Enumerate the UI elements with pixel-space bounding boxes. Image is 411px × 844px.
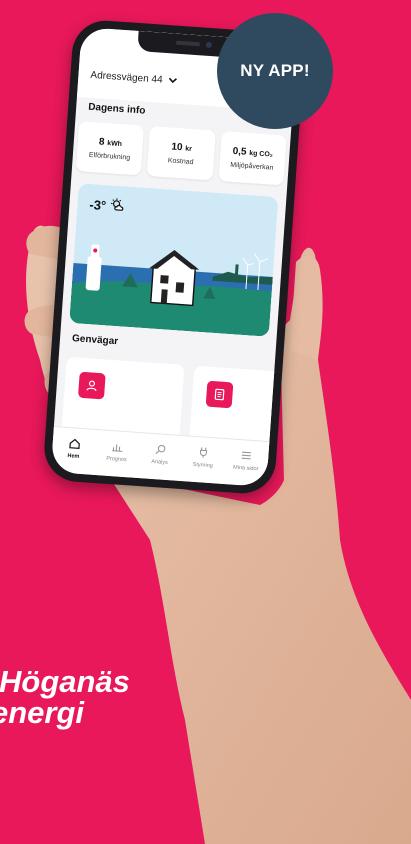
- bar-chart-icon: [110, 439, 125, 454]
- consumption-label: Elförbrukning: [88, 151, 131, 162]
- info-card-environment[interactable]: 0,5 kg CO₂ Miljöpåverkan: [218, 131, 287, 186]
- environment-unit: kg CO₂: [248, 149, 274, 159]
- new-app-badge: NY APP!: [217, 13, 333, 129]
- cost-value: 10: [171, 141, 183, 153]
- info-card-cost[interactable]: 10 kr Kostnad: [146, 126, 216, 181]
- partly-cloudy-icon: [110, 197, 127, 215]
- document-icon: [205, 380, 234, 409]
- temperature-value: -3°: [88, 196, 107, 214]
- menu-icon: [239, 448, 254, 463]
- cost-label: Kostnad: [167, 156, 194, 166]
- person-icon: [77, 371, 106, 400]
- plug-icon: [196, 445, 211, 460]
- tab-my-pages[interactable]: Mina sidor: [225, 447, 267, 487]
- tab-my-pages-label: Mina sidor: [232, 464, 259, 473]
- tab-forecast[interactable]: Prognos: [95, 438, 137, 478]
- todays-info-title: Dagens info: [87, 101, 146, 117]
- search-icon: [153, 442, 168, 457]
- environment-value: 0,5: [232, 145, 247, 158]
- info-card-consumption[interactable]: 8 kWh Elförbrukning: [75, 121, 145, 176]
- tab-forecast-label: Prognos: [106, 455, 127, 464]
- tab-analysis-label: Analys: [151, 458, 169, 467]
- home-icon: [67, 436, 82, 451]
- tab-control[interactable]: Styrning: [182, 444, 224, 484]
- chevron-down-icon: [168, 75, 178, 87]
- tab-home[interactable]: Hem: [52, 435, 94, 475]
- ad-stage: Adressvägen 44 Dagens info 8 kWh Elförbr…: [0, 0, 411, 844]
- info-cards: 8 kWh Elförbrukning 10 kr Kostnad 0,5 kg…: [75, 121, 287, 186]
- tab-control-label: Styrning: [192, 461, 213, 470]
- consumption-unit: kWh: [106, 139, 123, 148]
- tab-analysis[interactable]: Analys: [138, 441, 180, 481]
- brand-line-1: Höganäs: [0, 664, 130, 699]
- brand-line-2: energi: [0, 695, 85, 730]
- cost-unit: kr: [184, 145, 193, 153]
- brand-wordmark: Höganäs energi: [0, 666, 130, 728]
- tab-home-label: Hem: [67, 453, 80, 460]
- shortcuts-title: Genvägar: [71, 333, 119, 348]
- new-app-badge-text: NY APP!: [240, 61, 310, 80]
- environment-label: Miljöpåverkan: [230, 161, 274, 172]
- weather-card[interactable]: -3°: [69, 183, 279, 337]
- consumption-value: 8: [98, 135, 105, 148]
